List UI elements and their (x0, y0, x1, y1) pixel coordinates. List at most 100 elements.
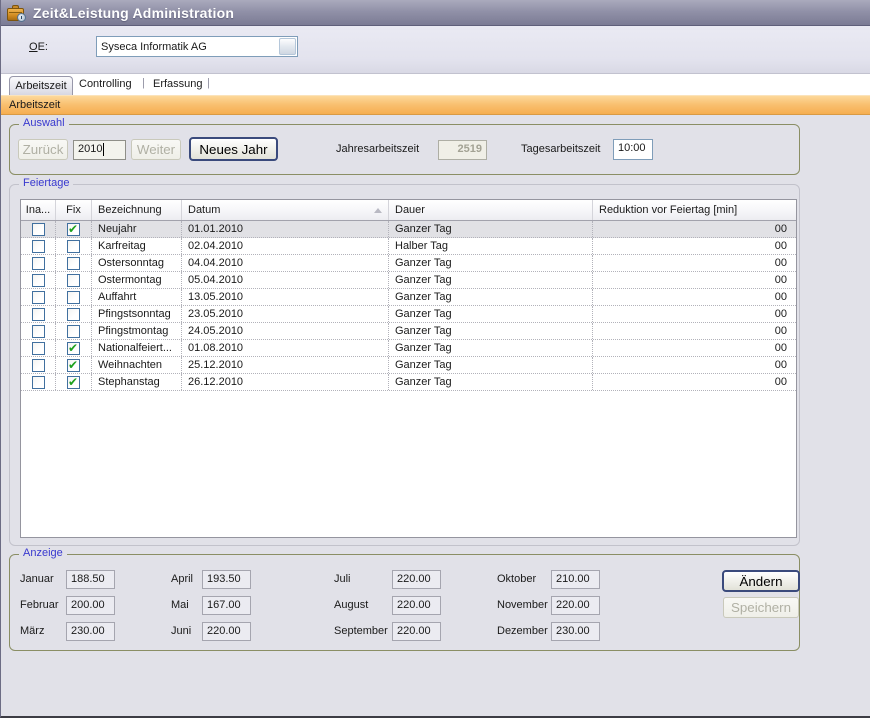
month-label: April (171, 573, 202, 585)
tab-arbeitszeit[interactable]: Arbeitszeit (9, 76, 73, 95)
holiday-date: 01.01.2010 (182, 221, 389, 237)
text-caret (103, 143, 104, 156)
table-row[interactable]: Ostermontag 05.04.2010 Ganzer Tag 00 (21, 272, 796, 289)
holiday-duration: Ganzer Tag (389, 323, 593, 339)
month-value-field: 167.00 (202, 596, 251, 615)
month-label: Januar (20, 573, 66, 585)
column-header-bezeichnung[interactable]: Bezeichnung (92, 200, 182, 220)
tab-separator: | (207, 77, 210, 89)
holiday-reduction: 00 (593, 255, 796, 271)
table-row[interactable]: Weihnachten 25.12.2010 Ganzer Tag 00 (21, 357, 796, 374)
fix-checkbox[interactable] (67, 291, 80, 304)
table-header-row: Ina... Fix Bezeichnung Datum Dauer Reduk… (21, 200, 796, 221)
fix-checkbox[interactable] (67, 257, 80, 270)
page-banner-label: Arbeitszeit (9, 99, 60, 111)
holiday-date: 04.04.2010 (182, 255, 389, 271)
holiday-duration: Ganzer Tag (389, 357, 593, 373)
column-header-dauer[interactable]: Dauer (389, 200, 593, 220)
inactive-checkbox[interactable] (32, 223, 45, 236)
holiday-name: Pfingstmontag (92, 323, 182, 339)
tab-controlling[interactable]: Controlling (79, 78, 132, 90)
holiday-name: Ostermontag (92, 272, 182, 288)
fix-checkbox[interactable] (67, 342, 80, 355)
holiday-reduction: 00 (593, 340, 796, 356)
auswahl-legend: Auswahl (19, 117, 69, 129)
fix-checkbox[interactable] (67, 308, 80, 321)
new-year-button[interactable]: Neues Jahr (189, 137, 278, 161)
holiday-duration: Ganzer Tag (389, 374, 593, 390)
annual-worktime-label: Jahresarbeitszeit (336, 143, 419, 155)
inactive-checkbox[interactable] (32, 257, 45, 270)
app-briefcase-clock-icon (7, 5, 26, 21)
inactive-checkbox[interactable] (32, 342, 45, 355)
holiday-duration: Ganzer Tag (389, 306, 593, 322)
feiertage-groupbox: Feiertage Ina... Fix Bezeichnung Datum D… (9, 184, 800, 546)
holiday-duration: Ganzer Tag (389, 340, 593, 356)
year-input[interactable]: 2010 (73, 140, 126, 160)
tab-erfassung[interactable]: Erfassung (153, 78, 203, 90)
table-row[interactable]: Neujahr 01.01.2010 Ganzer Tag 00 (21, 221, 796, 238)
inactive-checkbox[interactable] (32, 376, 45, 389)
inactive-checkbox[interactable] (32, 274, 45, 287)
inactive-checkbox[interactable] (32, 359, 45, 372)
column-header-datum[interactable]: Datum (182, 200, 389, 220)
tab-separator: | (142, 77, 145, 89)
table-row[interactable]: Stephanstag 26.12.2010 Ganzer Tag 00 (21, 374, 796, 391)
inactive-checkbox[interactable] (32, 291, 45, 304)
holiday-date: 26.12.2010 (182, 374, 389, 390)
holiday-reduction: 00 (593, 221, 796, 237)
table-row[interactable]: Auffahrt 13.05.2010 Ganzer Tag 00 (21, 289, 796, 306)
month-value-field: 220.00 (392, 596, 441, 615)
holiday-date: 24.05.2010 (182, 323, 389, 339)
holiday-name: Pfingstsonntag (92, 306, 182, 322)
change-button[interactable]: Ändern (722, 570, 800, 592)
month-label: Februar (20, 599, 66, 611)
inactive-checkbox[interactable] (32, 240, 45, 253)
holiday-duration: Ganzer Tag (389, 255, 593, 271)
month-label: Dezember (497, 625, 551, 637)
inactive-checkbox[interactable] (32, 325, 45, 338)
holiday-name: Auffahrt (92, 289, 182, 305)
column-header-reduktion[interactable]: Reduktion vor Feiertag [min] (593, 200, 796, 220)
table-row[interactable]: Nationalfeiert... 01.08.2010 Ganzer Tag … (21, 340, 796, 357)
fix-checkbox[interactable] (67, 325, 80, 338)
save-button[interactable]: Speichern (723, 597, 799, 618)
daily-worktime-input[interactable]: 10:00 (613, 139, 653, 160)
table-row[interactable]: Pfingstsonntag 23.05.2010 Ganzer Tag 00 (21, 306, 796, 323)
fix-checkbox[interactable] (67, 359, 80, 372)
table-row[interactable]: Pfingstmontag 24.05.2010 Ganzer Tag 00 (21, 323, 796, 340)
holiday-name: Nationalfeiert... (92, 340, 182, 356)
fix-checkbox[interactable] (67, 240, 80, 253)
holiday-duration: Ganzer Tag (389, 289, 593, 305)
holiday-reduction: 00 (593, 238, 796, 254)
fix-checkbox[interactable] (67, 223, 80, 236)
month-value-field: 230.00 (66, 622, 115, 641)
month-column-3: Juli220.00 August220.00 September220.00 (334, 566, 441, 644)
column-header-fix[interactable]: Fix (56, 200, 92, 220)
oe-label: OE: (29, 41, 48, 53)
column-header-inactive[interactable]: Ina... (21, 200, 56, 220)
holiday-reduction: 00 (593, 323, 796, 339)
back-button[interactable]: Zurück (18, 139, 68, 160)
holiday-reduction: 00 (593, 374, 796, 390)
table-row[interactable]: Ostersonntag 04.04.2010 Ganzer Tag 00 (21, 255, 796, 272)
holiday-date: 02.04.2010 (182, 238, 389, 254)
holiday-name: Ostersonntag (92, 255, 182, 271)
holiday-name: Weihnachten (92, 357, 182, 373)
month-value-field: 188.50 (66, 570, 115, 589)
holiday-date: 05.04.2010 (182, 272, 389, 288)
holiday-reduction: 00 (593, 306, 796, 322)
next-button[interactable]: Weiter (131, 139, 181, 160)
fix-checkbox[interactable] (67, 274, 80, 287)
auswahl-groupbox: Auswahl Zurück 2010 Weiter Neues Jahr Ja… (9, 124, 800, 175)
holiday-date: 25.12.2010 (182, 357, 389, 373)
table-row[interactable]: Karfreitag 02.04.2010 Halber Tag 00 (21, 238, 796, 255)
month-value-field: 230.00 (551, 622, 600, 641)
holiday-duration: Halber Tag (389, 238, 593, 254)
inactive-checkbox[interactable] (32, 308, 45, 321)
fix-checkbox[interactable] (67, 376, 80, 389)
combo-dropdown-button[interactable] (279, 38, 296, 55)
oe-combobox[interactable]: Syseca Informatik AG (96, 36, 298, 57)
month-column-1: Januar188.50 Februar200.00 März230.00 (20, 566, 115, 644)
sort-ascending-icon (374, 208, 382, 213)
